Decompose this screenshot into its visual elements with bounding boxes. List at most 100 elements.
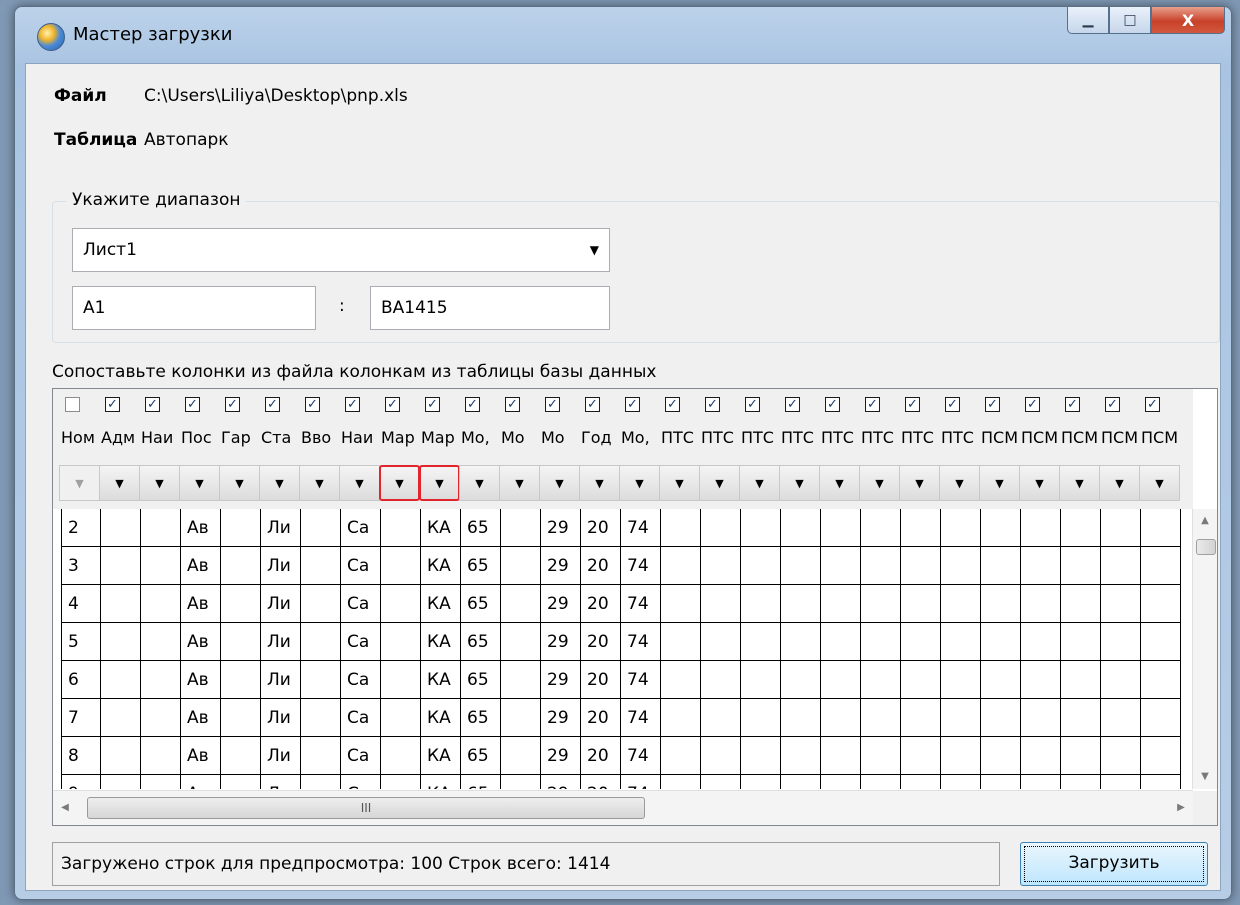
column-include-checkbox[interactable]: ✓ xyxy=(665,397,680,412)
column-target-dropdown[interactable]: ▼ xyxy=(379,465,420,501)
load-button[interactable]: Загрузить xyxy=(1020,842,1208,886)
scroll-right-icon[interactable]: ▶ xyxy=(1169,791,1193,825)
column-include-checkbox[interactable]: ✓ xyxy=(1025,397,1040,412)
grid-cell xyxy=(661,585,701,623)
title-bar[interactable]: Мастер загрузки ▁ □ X xyxy=(15,7,1231,63)
vertical-scroll-thumb[interactable] xyxy=(1196,539,1216,555)
column-target-dropdown[interactable]: ▼ xyxy=(259,465,300,501)
grid-cell xyxy=(301,737,341,775)
column-target-dropdown[interactable]: ▼ xyxy=(1019,465,1060,501)
column-target-dropdown[interactable]: ▼ xyxy=(499,465,540,501)
file-label: Файл xyxy=(54,86,107,106)
column-include-checkbox[interactable]: ✓ xyxy=(1145,397,1160,412)
grid-cell xyxy=(941,547,981,585)
grid-cell xyxy=(861,585,901,623)
close-button[interactable]: X xyxy=(1151,7,1225,34)
column-target-dropdown[interactable]: ▼ xyxy=(1059,465,1100,501)
column-target-dropdown[interactable]: ▼ xyxy=(139,465,180,501)
scroll-left-icon[interactable]: ◀ xyxy=(53,791,77,825)
grid-cell xyxy=(141,699,181,737)
sheet-combobox[interactable]: Лист1 ▼ xyxy=(72,228,610,272)
grid-cell xyxy=(861,661,901,699)
column-include-checkbox[interactable]: ✓ xyxy=(225,397,240,412)
range-end-input[interactable]: BA1415 xyxy=(370,286,610,330)
grid-cell xyxy=(501,699,541,737)
column-target-dropdown[interactable]: ▼ xyxy=(179,465,220,501)
column-target-dropdown[interactable]: ▼ xyxy=(1099,465,1140,501)
minimize-button[interactable]: ▁ xyxy=(1067,7,1109,34)
grid-cell xyxy=(981,509,1021,547)
column-include-checkbox[interactable]: ✓ xyxy=(385,397,400,412)
column-include-checkbox[interactable]: ✓ xyxy=(785,397,800,412)
column-target-dropdown[interactable]: ▼ xyxy=(979,465,1020,501)
column-target-dropdown[interactable]: ▼ xyxy=(99,465,140,501)
column-target-dropdown[interactable]: ▼ xyxy=(659,465,700,501)
column-include-checkbox[interactable]: ✓ xyxy=(505,397,520,412)
grid-cell: 65 xyxy=(461,547,501,585)
column-include-checkbox[interactable]: ✓ xyxy=(185,397,200,412)
column-target-dropdown[interactable]: ▼ xyxy=(219,465,260,501)
grid-cell xyxy=(1101,509,1141,547)
column-target-dropdown[interactable]: ▼ xyxy=(579,465,620,501)
grid-cell: Са xyxy=(341,585,381,623)
column-include-checkbox[interactable]: ✓ xyxy=(145,397,160,412)
column-include-checkbox[interactable]: ✓ xyxy=(345,397,360,412)
maximize-button[interactable]: □ xyxy=(1109,7,1151,34)
column-include-checkbox[interactable]: ✓ xyxy=(865,397,880,412)
column-target-dropdown[interactable]: ▼ xyxy=(419,465,460,501)
column-include-checkbox[interactable]: ✓ xyxy=(305,397,320,412)
column-include-checkbox[interactable] xyxy=(65,397,80,412)
column-target-dropdown[interactable]: ▼ xyxy=(1139,465,1180,501)
horizontal-scroll-thumb[interactable]: III xyxy=(87,797,645,819)
column-source-name: ПТС xyxy=(701,428,734,447)
column-include-checkbox[interactable]: ✓ xyxy=(625,397,640,412)
column-include-checkbox[interactable]: ✓ xyxy=(745,397,760,412)
column-target-dropdown[interactable]: ▼ xyxy=(819,465,860,501)
grid-cell xyxy=(501,623,541,661)
column-target-dropdown[interactable]: ▼ xyxy=(339,465,380,501)
grid-cell: 3 xyxy=(61,547,101,585)
scroll-down-icon[interactable]: ▼ xyxy=(1193,765,1217,789)
column-include-checkbox[interactable]: ✓ xyxy=(465,397,480,412)
grid-cell xyxy=(781,547,821,585)
grid-cell xyxy=(381,775,421,789)
column-include-checkbox[interactable]: ✓ xyxy=(705,397,720,412)
range-start-input[interactable]: A1 xyxy=(72,286,316,330)
column-target-dropdown[interactable]: ▼ xyxy=(939,465,980,501)
column-target-dropdown[interactable]: ▼ xyxy=(299,465,340,501)
column-target-dropdown[interactable]: ▼ xyxy=(459,465,500,501)
dialog-client: Файл C:\Users\Liliya\Desktop\pnp.xls Табл… xyxy=(25,63,1221,891)
column-include-checkbox[interactable]: ✓ xyxy=(105,397,120,412)
grid-cell: 29 xyxy=(541,699,581,737)
column-target-dropdown[interactable]: ▼ xyxy=(739,465,780,501)
column-target-dropdown[interactable]: ▼ xyxy=(859,465,900,501)
column-include-checkbox[interactable]: ✓ xyxy=(265,397,280,412)
column-include-checkbox[interactable]: ✓ xyxy=(425,397,440,412)
grid-cell: 65 xyxy=(461,699,501,737)
column-target-dropdown[interactable]: ▼ xyxy=(699,465,740,501)
column-target-dropdown[interactable]: ▼ xyxy=(619,465,660,501)
grid-cell xyxy=(1101,585,1141,623)
grid-cell: КА xyxy=(421,775,461,789)
column-include-checkbox[interactable]: ✓ xyxy=(985,397,1000,412)
column-target-dropdown[interactable]: ▼ xyxy=(539,465,580,501)
column-include-checkbox[interactable]: ✓ xyxy=(825,397,840,412)
column-target-dropdown[interactable]: ▼ xyxy=(59,465,100,501)
column-include-checkbox[interactable]: ✓ xyxy=(1065,397,1080,412)
grid-cell xyxy=(661,775,701,789)
vertical-scrollbar[interactable]: ▲ ▼ xyxy=(1192,509,1217,789)
column-include-checkbox[interactable]: ✓ xyxy=(945,397,960,412)
column-include-checkbox[interactable]: ✓ xyxy=(905,397,920,412)
grid-cell xyxy=(981,699,1021,737)
column-include-checkbox[interactable]: ✓ xyxy=(585,397,600,412)
grid-cell: Са xyxy=(341,737,381,775)
scroll-up-icon[interactable]: ▲ xyxy=(1193,509,1217,533)
grid-cell: КА xyxy=(421,509,461,547)
horizontal-scrollbar[interactable]: ◀ III ▶ xyxy=(53,790,1193,825)
grid-cell: 29 xyxy=(541,623,581,661)
column-target-dropdown[interactable]: ▼ xyxy=(779,465,820,501)
column-include-checkbox[interactable]: ✓ xyxy=(545,397,560,412)
column-include-checkbox[interactable]: ✓ xyxy=(1105,397,1120,412)
column-target-dropdown[interactable]: ▼ xyxy=(899,465,940,501)
grid-cell xyxy=(221,737,261,775)
